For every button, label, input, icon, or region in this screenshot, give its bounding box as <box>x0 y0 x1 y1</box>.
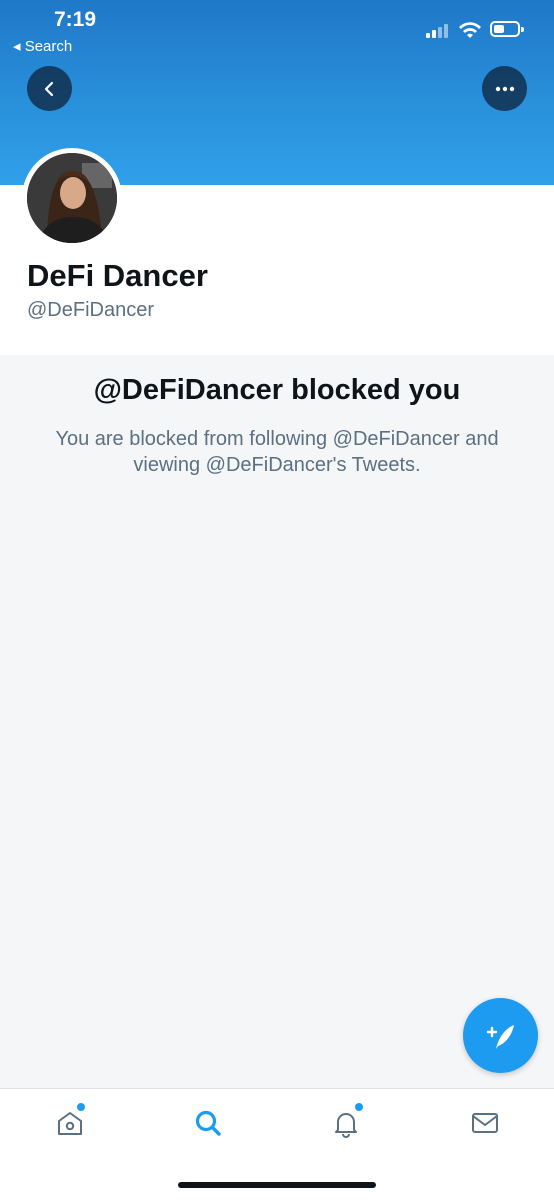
back-button[interactable] <box>27 66 72 111</box>
compose-tweet-icon <box>486 1024 514 1049</box>
blocked-message: You are blocked from following @DeFiDanc… <box>55 428 499 476</box>
more-options-button[interactable] <box>482 66 527 111</box>
avatar[interactable] <box>22 148 122 248</box>
blocked-title: @DeFiDancer blocked you <box>93 374 461 406</box>
search-icon <box>195 1110 221 1136</box>
home-icon <box>58 1112 82 1135</box>
more-dots-icon <box>495 86 514 91</box>
profile-photo <box>27 153 117 243</box>
status-bar: 7:19 ◂ Search <box>0 0 554 60</box>
profile-handle: @DeFiDancer <box>27 299 155 321</box>
mail-icon <box>472 1113 498 1133</box>
status-time: 7:19 <box>54 8 97 31</box>
home-indicator <box>178 1182 376 1188</box>
profile-display-name: DeFi Dancer <box>27 258 208 293</box>
bell-icon <box>335 1113 357 1138</box>
tab-home[interactable] <box>50 1103 90 1143</box>
wifi-icon <box>459 22 481 38</box>
cell-signal-icon <box>426 22 452 38</box>
battery-icon <box>490 21 524 37</box>
tab-search[interactable] <box>188 1103 228 1143</box>
compose-tweet-button[interactable] <box>463 998 538 1073</box>
chevron-left-icon <box>44 81 53 96</box>
tab-messages[interactable] <box>465 1103 505 1143</box>
tab-notifications[interactable] <box>326 1103 366 1143</box>
back-to-search-link[interactable]: ◂ Search <box>13 37 72 55</box>
home-notification-dot <box>77 1103 85 1111</box>
notifications-dot <box>355 1103 363 1111</box>
